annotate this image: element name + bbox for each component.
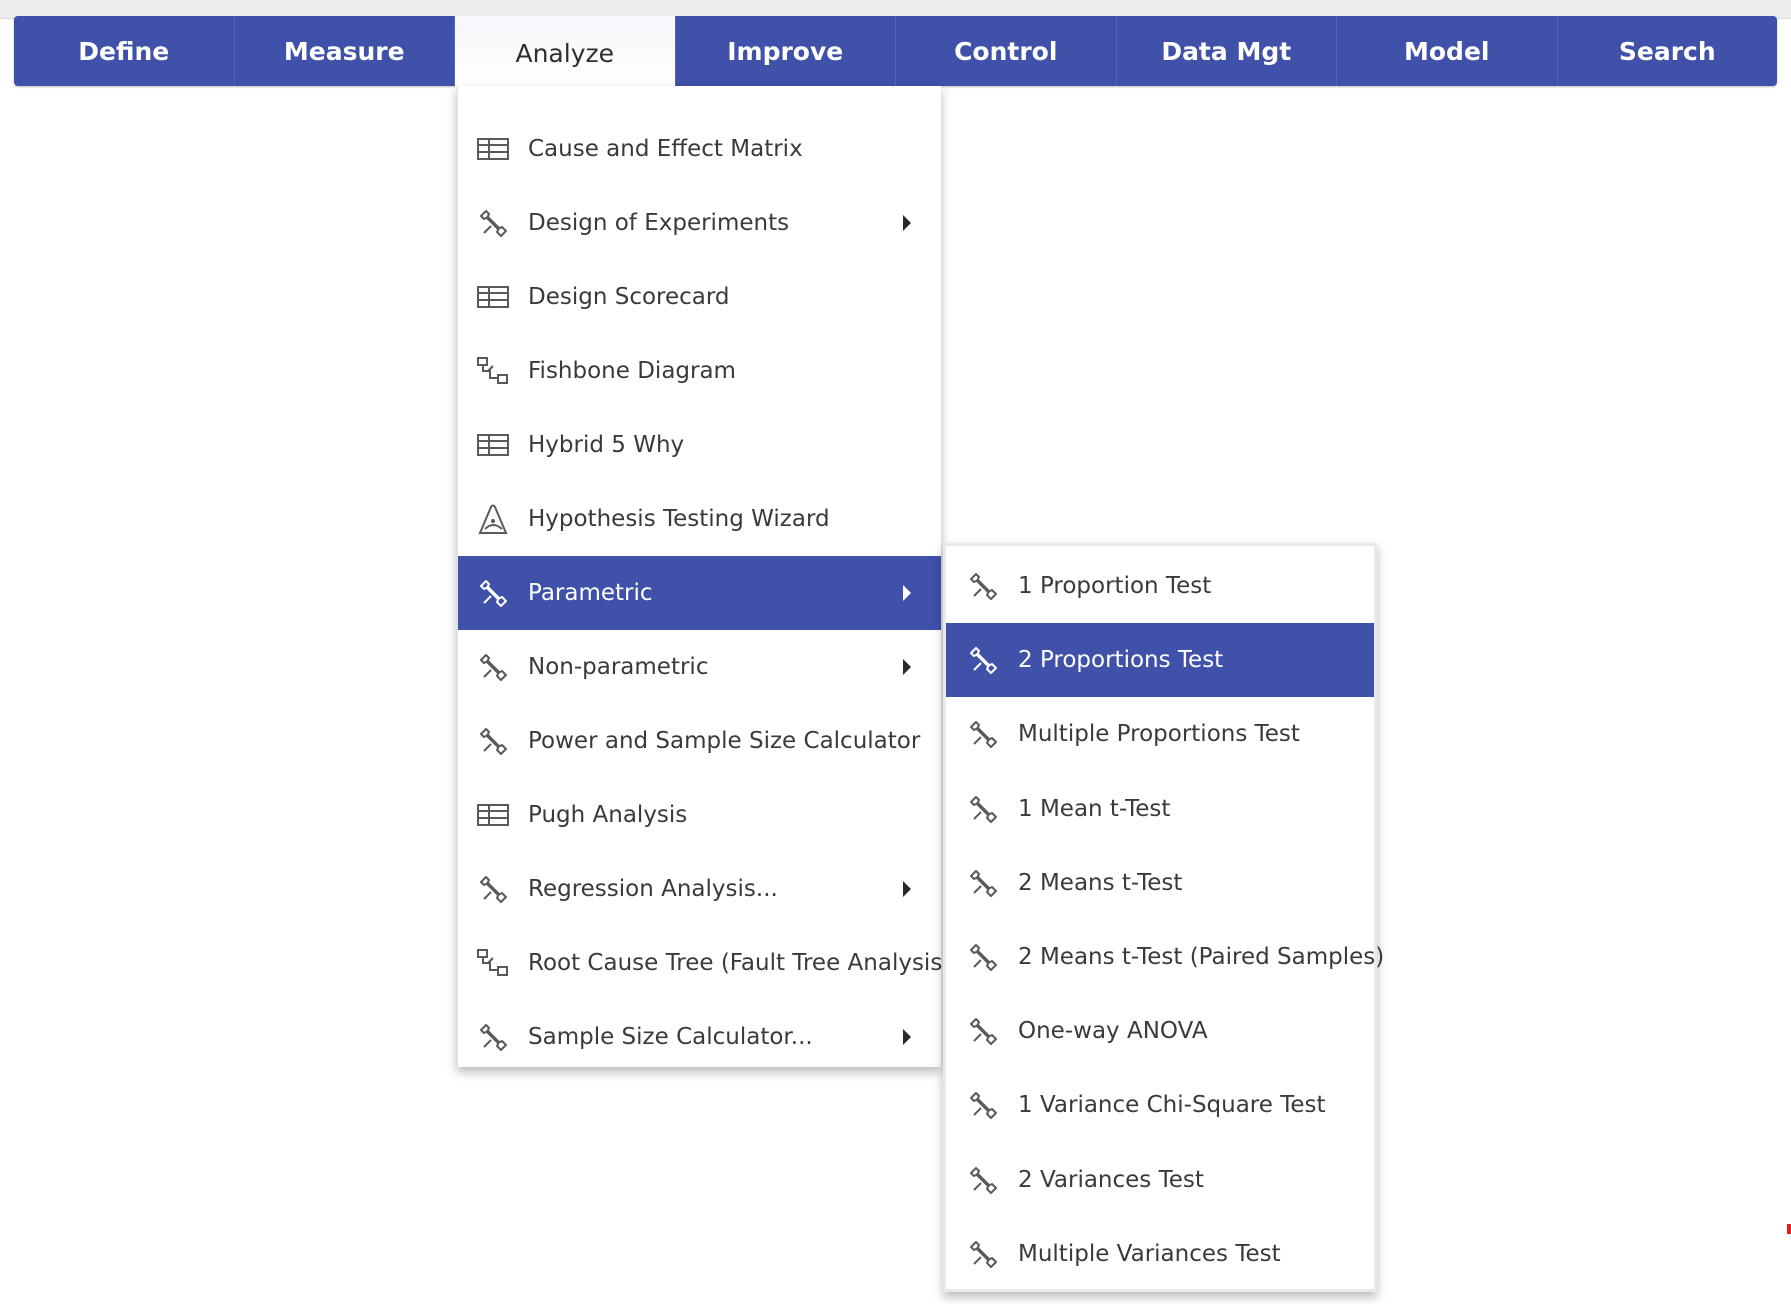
analyze-item-regression-analysis[interactable]: Regression Analysis...: [458, 852, 941, 926]
menu-item-label: 1 Mean t-Test: [1018, 795, 1171, 822]
tab-search[interactable]: Search: [1558, 16, 1778, 86]
menu-item-label: Root Cause Tree (Fault Tree Analysis): [528, 950, 952, 976]
menu-item-label: Sample Size Calculator...: [528, 1024, 813, 1050]
table-icon: [474, 278, 512, 316]
wrench-icon: [964, 641, 1002, 679]
menu-item-label: Non-parametric: [528, 654, 709, 680]
menu-item-label: Parametric: [528, 580, 653, 606]
analyze-item-root-cause-tree-fault-tree-analysis[interactable]: Root Cause Tree (Fault Tree Analysis): [458, 926, 951, 1000]
wrench-icon: [474, 870, 512, 908]
analyze-item-sample-size-calculator[interactable]: Sample Size Calculator...: [458, 1000, 941, 1074]
table-icon: [474, 796, 512, 834]
menu-item-label: Multiple Variances Test: [1018, 1240, 1281, 1267]
parametric-item-2-variances-test[interactable]: 2 Variances Test: [946, 1143, 1374, 1217]
menu-item-label: One-way ANOVA: [1018, 1018, 1208, 1045]
parametric-item-multiple-proportions-test[interactable]: Multiple Proportions Test: [946, 697, 1374, 771]
wrench-icon: [964, 1235, 1002, 1273]
wrench-icon: [964, 938, 1002, 976]
wrench-icon: [964, 715, 1002, 753]
tab-improve[interactable]: Improve: [676, 16, 896, 86]
menu-item-label: 1 Variance Chi-Square Test: [1018, 1092, 1326, 1119]
wrench-icon: [474, 722, 512, 760]
submenu-arrow-icon: [903, 585, 911, 601]
menu-item-label: Hypothesis Testing Wizard: [528, 506, 830, 532]
parametric-submenu: 1 Proportion Test 2 Proportions Test Multi…: [943, 543, 1384, 1292]
parametric-item-1-mean-t-test[interactable]: 1 Mean t-Test: [946, 772, 1374, 846]
tab-data-mgt[interactable]: Data Mgt: [1117, 16, 1337, 86]
menu-item-label: Pugh Analysis: [528, 802, 688, 828]
menu-item-label: Cause and Effect Matrix: [528, 136, 803, 162]
tab-analyze[interactable]: Analyze: [455, 16, 676, 90]
table-icon: [474, 130, 512, 168]
wrench-icon: [964, 864, 1002, 902]
menu-item-label: 2 Means t-Test (Paired Samples): [1018, 944, 1385, 971]
analyze-item-fishbone-diagram[interactable]: Fishbone Diagram: [458, 334, 941, 408]
analyze-item-hybrid-5-why[interactable]: Hybrid 5 Why: [458, 408, 941, 482]
analyze-item-hypothesis-testing-wizard[interactable]: Hypothesis Testing Wizard: [458, 482, 941, 556]
wrench-icon: [474, 648, 512, 686]
parametric-item-1-variance-chi-square-test[interactable]: 1 Variance Chi-Square Test: [946, 1068, 1374, 1142]
table-icon: [474, 426, 512, 464]
wrench-icon: [474, 574, 512, 612]
submenu-arrow-icon: [903, 1029, 911, 1045]
wrench-icon: [964, 790, 1002, 828]
app-window: Define Measure Analyze Improve Control D…: [0, 0, 1791, 1304]
parametric-item-1-proportion-test[interactable]: 1 Proportion Test: [946, 549, 1374, 623]
wrench-icon: [474, 1018, 512, 1056]
analyze-item-power-and-sample-size-calculator[interactable]: Power and Sample Size Calculator: [458, 704, 941, 778]
menu-item-label: Regression Analysis...: [528, 876, 778, 902]
parametric-item-multiple-variances-test[interactable]: Multiple Variances Test: [946, 1217, 1374, 1291]
menu-item-label: Hybrid 5 Why: [528, 432, 685, 458]
tab-define[interactable]: Define: [14, 16, 235, 86]
menu-item-label: Design Scorecard: [528, 284, 730, 310]
analyze-item-parametric[interactable]: Parametric: [458, 556, 941, 630]
menu-item-label: Design of Experiments: [528, 210, 790, 236]
parametric-item-2-proportions-test[interactable]: 2 Proportions Test: [946, 623, 1374, 698]
tab-model[interactable]: Model: [1337, 16, 1558, 86]
submenu-arrow-icon: [903, 215, 911, 231]
menu-item-label: Fishbone Diagram: [528, 358, 736, 384]
wrench-icon: [474, 204, 512, 242]
diagram-icon: [474, 352, 512, 390]
analyze-menu: Cause and Effect Matrix Design of Experim…: [457, 86, 951, 1067]
tab-control[interactable]: Control: [896, 16, 1117, 86]
wrench-icon: [964, 1012, 1002, 1050]
analyze-item-design-of-experiments[interactable]: Design of Experiments: [458, 186, 941, 260]
wrench-icon: [964, 1086, 1002, 1124]
analyze-item-cause-and-effect-matrix[interactable]: Cause and Effect Matrix: [458, 112, 941, 186]
submenu-arrow-icon: [903, 881, 911, 897]
menu-item-label: Multiple Proportions Test: [1018, 721, 1300, 748]
wrench-icon: [964, 567, 1002, 605]
parametric-item-one-way-anova[interactable]: One-way ANOVA: [946, 994, 1374, 1068]
analyze-item-design-scorecard[interactable]: Design Scorecard: [458, 260, 941, 334]
menu-item-label: Power and Sample Size Calculator: [528, 728, 921, 754]
wizard-icon: [474, 500, 512, 538]
analyze-item-non-parametric[interactable]: Non-parametric: [458, 630, 941, 704]
tab-measure[interactable]: Measure: [235, 16, 455, 86]
wrench-icon: [964, 1161, 1002, 1199]
menu-item-label: 2 Variances Test: [1018, 1166, 1204, 1193]
menu-item-label: 2 Proportions Test: [1018, 647, 1224, 674]
submenu-arrow-icon: [903, 659, 911, 675]
edge-marker: [1787, 1224, 1791, 1234]
analyze-item-pugh-analysis[interactable]: Pugh Analysis: [458, 778, 941, 852]
diagram-icon: [474, 944, 512, 982]
menu-item-label: 2 Means t-Test: [1018, 869, 1183, 896]
menu-item-label: 1 Proportion Test: [1018, 573, 1212, 600]
ribbon: Define Measure Analyze Improve Control D…: [14, 16, 1778, 90]
parametric-item-2-means-t-test[interactable]: 2 Means t-Test: [946, 846, 1374, 920]
parametric-item-2-means-t-test-paired-samples[interactable]: 2 Means t-Test (Paired Samples): [946, 920, 1384, 994]
